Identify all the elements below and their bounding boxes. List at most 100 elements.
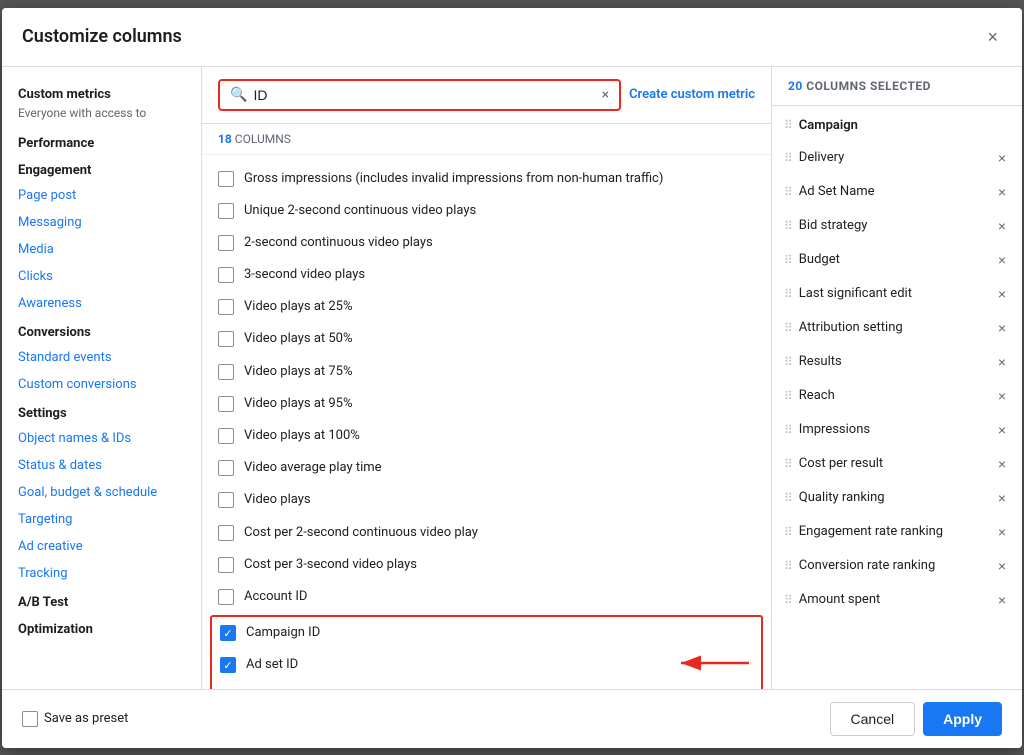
col-checkbox-account-id[interactable] <box>218 589 234 605</box>
sidebar-item-page-post[interactable]: Page post <box>2 182 201 209</box>
drag-handle-budget[interactable]: ⠿ <box>784 253 793 267</box>
col-item-video-plays[interactable]: Video plays <box>202 484 771 516</box>
col-checkbox-cost-2sec[interactable] <box>218 525 234 541</box>
remove-reach-button[interactable]: × <box>994 387 1010 405</box>
col-checkbox-video-95[interactable] <box>218 396 234 412</box>
drag-handle-conversion-rate-ranking[interactable]: ⠿ <box>784 559 793 573</box>
middle-panel: 🔍 × Create custom metric 18 COLUMNS Gros <box>202 67 772 689</box>
drag-handle-cost-per-result[interactable]: ⠿ <box>784 457 793 471</box>
col-item-2sec-video[interactable]: 2-second continuous video plays <box>202 227 771 259</box>
drag-handle-reach[interactable]: ⠿ <box>784 389 793 403</box>
col-item-video-25[interactable]: Video plays at 25% <box>202 291 771 323</box>
remove-amount-spent-button[interactable]: × <box>994 591 1010 609</box>
selected-count: 20 <box>788 79 803 93</box>
drag-handle-impressions[interactable]: ⠿ <box>784 423 793 437</box>
col-label-video-50: Video plays at 50% <box>244 330 353 348</box>
sidebar-custom-metrics-sub: Everyone with access to <box>2 106 201 128</box>
sidebar-item-messaging[interactable]: Messaging <box>2 209 201 236</box>
remove-conversion-rate-ranking-button[interactable]: × <box>994 557 1010 575</box>
save-as-preset[interactable]: Save as preset <box>22 711 128 727</box>
drag-handle-attribution-setting[interactable]: ⠿ <box>784 321 793 335</box>
drag-handle-quality-ranking[interactable]: ⠿ <box>784 491 793 505</box>
sidebar-item-media[interactable]: Media <box>2 236 201 263</box>
col-checkbox-unique-2sec[interactable] <box>218 203 234 219</box>
col-item-gross-impressions[interactable]: Gross impressions (includes invalid impr… <box>202 163 771 195</box>
drag-handle-last-significant-edit[interactable]: ⠿ <box>784 287 793 301</box>
col-item-ad-set-id[interactable]: Ad set ID <box>212 649 761 681</box>
col-item-ad-id[interactable]: Ad ID <box>212 682 761 689</box>
remove-impressions-button[interactable]: × <box>994 421 1010 439</box>
sidebar-item-tracking[interactable]: Tracking <box>2 560 201 587</box>
col-checkbox-video-75[interactable] <box>218 364 234 380</box>
drag-handle-ad-set-name[interactable]: ⠿ <box>784 185 793 199</box>
drag-handle-amount-spent[interactable]: ⠿ <box>784 593 793 607</box>
remove-engagement-rate-ranking-button[interactable]: × <box>994 523 1010 541</box>
clear-search-button[interactable]: × <box>602 87 609 103</box>
search-input-wrapper[interactable]: 🔍 × <box>218 79 621 111</box>
col-checkbox-gross-impressions[interactable] <box>218 171 234 187</box>
remove-ad-set-name-button[interactable]: × <box>994 183 1010 201</box>
col-label-unique-2sec: Unique 2-second continuous video plays <box>244 202 476 220</box>
col-item-video-75[interactable]: Video plays at 75% <box>202 356 771 388</box>
remove-cost-per-result-button[interactable]: × <box>994 455 1010 473</box>
col-checkbox-2sec-video[interactable] <box>218 235 234 251</box>
remove-quality-ranking-button[interactable]: × <box>994 489 1010 507</box>
col-checkbox-video-100[interactable] <box>218 428 234 444</box>
selected-item-amount-spent: ⠿ Amount spent × <box>772 583 1022 617</box>
sidebar-item-goal-budget[interactable]: Goal, budget & schedule <box>2 479 201 506</box>
sidebar-item-awareness[interactable]: Awareness <box>2 290 201 317</box>
col-item-unique-2sec[interactable]: Unique 2-second continuous video plays <box>202 195 771 227</box>
apply-button[interactable]: Apply <box>923 702 1002 736</box>
remove-budget-button[interactable]: × <box>994 251 1010 269</box>
col-item-video-avg-play[interactable]: Video average play time <box>202 452 771 484</box>
sidebar: Custom metrics Everyone with access to P… <box>2 67 202 689</box>
sidebar-item-standard-events[interactable]: Standard events <box>2 344 201 371</box>
remove-bid-strategy-button[interactable]: × <box>994 217 1010 235</box>
search-icon: 🔍 <box>230 87 247 103</box>
drag-handle-delivery[interactable]: ⠿ <box>784 151 793 165</box>
sidebar-item-status-dates[interactable]: Status & dates <box>2 452 201 479</box>
columns-list: Gross impressions (includes invalid impr… <box>202 155 771 689</box>
sidebar-item-ad-creative[interactable]: Ad creative <box>2 533 201 560</box>
col-checkbox-video-avg-play[interactable] <box>218 460 234 476</box>
col-label-cost-3sec: Cost per 3-second video plays <box>244 556 417 574</box>
col-checkbox-ad-set-id[interactable] <box>220 657 236 673</box>
col-item-campaign-id[interactable]: Campaign ID <box>212 617 761 649</box>
col-item-video-100[interactable]: Video plays at 100% <box>202 420 771 452</box>
footer-buttons: Cancel Apply <box>830 702 1002 736</box>
sidebar-item-targeting[interactable]: Targeting <box>2 506 201 533</box>
remove-last-significant-edit-button[interactable]: × <box>994 285 1010 303</box>
modal-body: Custom metrics Everyone with access to P… <box>2 67 1022 689</box>
drag-handle-results[interactable]: ⠿ <box>784 355 793 369</box>
drag-handle-campaign[interactable]: ⠿ <box>784 118 793 132</box>
cancel-button[interactable]: Cancel <box>830 702 916 736</box>
col-item-video-50[interactable]: Video plays at 50% <box>202 323 771 355</box>
remove-results-button[interactable]: × <box>994 353 1010 371</box>
search-input[interactable] <box>253 87 597 103</box>
col-item-account-id[interactable]: Account ID <box>202 581 771 613</box>
drag-handle-bid-strategy[interactable]: ⠿ <box>784 219 793 233</box>
col-checkbox-3sec-video[interactable] <box>218 267 234 283</box>
remove-attribution-setting-button[interactable]: × <box>994 319 1010 337</box>
col-label-campaign-id: Campaign ID <box>246 624 320 642</box>
remove-delivery-button[interactable]: × <box>994 149 1010 167</box>
col-checkbox-video-plays[interactable] <box>218 492 234 508</box>
create-custom-metric-link[interactable]: Create custom metric <box>629 87 755 102</box>
modal-header: Customize columns × <box>2 8 1022 67</box>
preset-checkbox[interactable] <box>22 711 38 727</box>
col-label-video-95: Video plays at 95% <box>244 395 353 413</box>
col-checkbox-video-25[interactable] <box>218 299 234 315</box>
col-item-cost-3sec[interactable]: Cost per 3-second video plays <box>202 549 771 581</box>
sidebar-item-clicks[interactable]: Clicks <box>2 263 201 290</box>
col-item-3sec-video[interactable]: 3-second video plays <box>202 259 771 291</box>
sidebar-item-object-names-ids[interactable]: Object names & IDs <box>2 425 201 452</box>
col-item-video-95[interactable]: Video plays at 95% <box>202 388 771 420</box>
col-item-cost-2sec[interactable]: Cost per 2-second continuous video play <box>202 517 771 549</box>
col-checkbox-video-50[interactable] <box>218 331 234 347</box>
col-checkbox-campaign-id[interactable] <box>220 625 236 641</box>
selected-label-conversion-rate-ranking: Conversion rate ranking <box>799 558 988 573</box>
sidebar-item-custom-conversions[interactable]: Custom conversions <box>2 371 201 398</box>
close-button[interactable]: × <box>983 24 1002 50</box>
drag-handle-engagement-rate-ranking[interactable]: ⠿ <box>784 525 793 539</box>
col-checkbox-cost-3sec[interactable] <box>218 557 234 573</box>
